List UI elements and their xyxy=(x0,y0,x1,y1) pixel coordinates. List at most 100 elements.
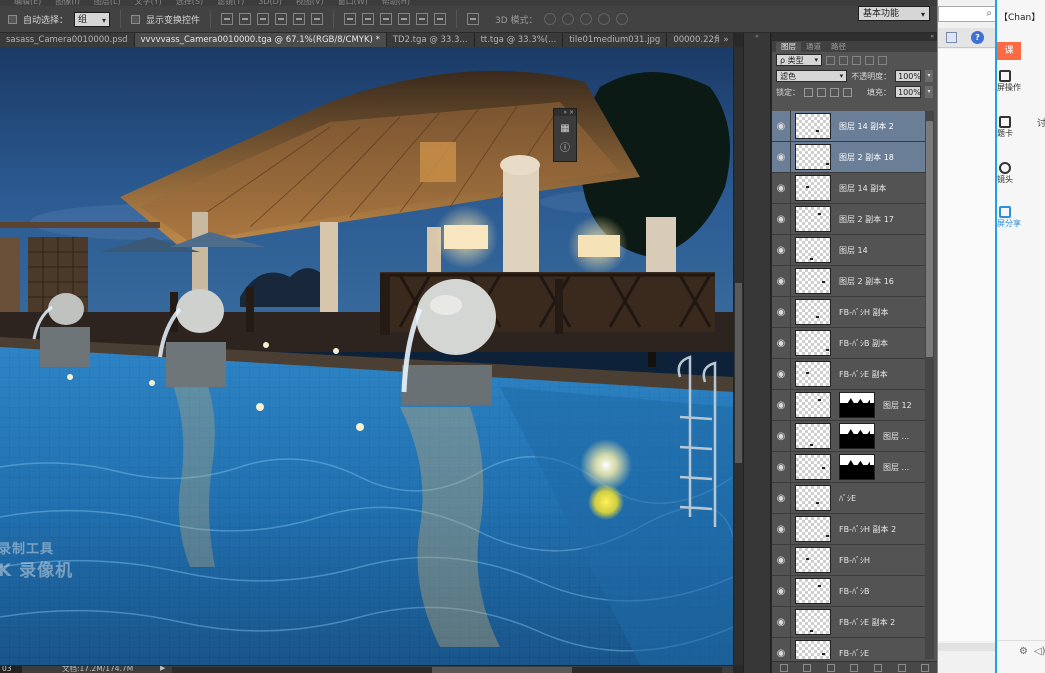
lock-position-icon[interactable] xyxy=(830,87,839,97)
layer-row[interactable]: ◉ 图层 ... xyxy=(772,451,925,483)
distribute-right-icon[interactable] xyxy=(434,13,447,25)
canvas-horizontal-scrollbar[interactable] xyxy=(172,667,722,673)
layer-style-icon[interactable] xyxy=(803,663,812,672)
filter-shape-icon[interactable] xyxy=(865,55,874,65)
layer-mask-thumbnail[interactable] xyxy=(839,392,875,418)
layer-row[interactable]: ◉ 图层 2 副本 18 xyxy=(772,141,925,173)
screen-share-item[interactable]: 屏分享 xyxy=(997,206,1031,229)
layer-row[interactable]: ◉ FB-ﾊﾞｼE 副本 2 xyxy=(772,606,925,638)
help-icon[interactable]: ? xyxy=(971,31,984,44)
eye-icon[interactable]: ◉ xyxy=(772,358,791,390)
eye-icon[interactable]: ◉ xyxy=(772,544,791,576)
show-transform-checkbox[interactable] xyxy=(131,14,141,24)
adjustment-layer-icon[interactable] xyxy=(850,663,859,672)
filter-adjustment-icon[interactable] xyxy=(839,55,848,65)
slide-3d-icon[interactable] xyxy=(597,13,610,25)
layer-row[interactable]: ◉ 图层 14 xyxy=(772,234,925,266)
align-vcenter-icon[interactable] xyxy=(239,13,252,25)
eye-icon[interactable]: ◉ xyxy=(772,637,791,659)
gear-icon[interactable]: ⚙ xyxy=(1019,646,1028,657)
eye-icon[interactable]: ◉ xyxy=(772,451,791,483)
eye-icon[interactable]: ◉ xyxy=(772,296,791,328)
layer-row[interactable]: ◉ FB-ﾊﾞｼE xyxy=(772,637,925,659)
align-left-icon[interactable] xyxy=(275,13,288,25)
new-group-icon[interactable] xyxy=(874,663,883,672)
search-icon[interactable]: ⌕ xyxy=(986,8,992,19)
lock-image-icon[interactable] xyxy=(817,87,826,97)
document-tab[interactable]: sasass_Camera0010000.psd xyxy=(0,33,135,47)
distribute-left-icon[interactable] xyxy=(398,13,411,25)
page-icon[interactable] xyxy=(946,32,957,43)
histogram-icon[interactable]: ▦ xyxy=(558,122,572,136)
add-mask-icon[interactable] xyxy=(826,663,835,672)
collapse-icon[interactable]: « xyxy=(744,33,770,41)
info-icon[interactable]: ⓘ xyxy=(558,142,572,156)
layer-row[interactable]: ◉ FB-ﾊﾞｼB 副本 xyxy=(772,327,925,359)
document-tab[interactable]: TD2.tga @ 33.3... xyxy=(386,33,475,47)
align-hcenter-icon[interactable] xyxy=(293,13,306,25)
eye-icon[interactable]: ◉ xyxy=(772,234,791,266)
opacity-slider-arrow-icon[interactable]: ▾ xyxy=(925,70,933,82)
layer-list-scrollbar[interactable] xyxy=(925,111,934,659)
panel-collapse-icon[interactable]: « xyxy=(772,33,937,41)
collapse-icon[interactable]: » × xyxy=(554,109,576,116)
distribute-vcenter-icon[interactable] xyxy=(362,13,375,25)
layer-mask-thumbnail[interactable] xyxy=(839,454,875,480)
menu-item[interactable]: 窗口(W) xyxy=(338,0,368,6)
layer-row[interactable]: ◉ FB-ﾊﾞｼH 副本 xyxy=(772,296,925,328)
distribute-bottom-icon[interactable] xyxy=(380,13,393,25)
distribute-top-icon[interactable] xyxy=(344,13,357,25)
eye-icon[interactable]: ◉ xyxy=(772,420,791,452)
volume-icon[interactable]: ◁) xyxy=(1034,646,1045,657)
address-bar[interactable]: ⌕ xyxy=(938,6,996,22)
drag-3d-icon[interactable] xyxy=(579,13,592,25)
fill-slider-arrow-icon[interactable]: ▾ xyxy=(925,86,933,98)
eye-icon[interactable]: ◉ xyxy=(772,606,791,638)
delete-layer-icon[interactable] xyxy=(921,663,930,672)
layer-mask-thumbnail[interactable] xyxy=(839,423,875,449)
layer-row[interactable]: ◉ 图层 2 副本 17 xyxy=(772,203,925,235)
fill-field[interactable]: 100% xyxy=(895,86,921,98)
opacity-field[interactable]: 100% xyxy=(895,70,922,82)
panel-tab[interactable]: 路径 xyxy=(826,42,851,52)
filter-text-icon[interactable] xyxy=(852,55,861,65)
zoom-field[interactable]: 03 xyxy=(0,666,22,673)
answer-card-item[interactable]: 题卡 xyxy=(997,116,1031,139)
menu-item[interactable]: 图层(L) xyxy=(94,0,121,6)
align-right-icon[interactable] xyxy=(311,13,324,25)
distribute-hcenter-icon[interactable] xyxy=(416,13,429,25)
align-bottom-icon[interactable] xyxy=(257,13,270,25)
blend-mode-dropdown[interactable]: 滤色 xyxy=(776,70,848,82)
document-tab[interactable]: vvvvvass_Camera0010000.tga @ 67.1%(RGB/8… xyxy=(134,33,387,47)
layer-row[interactable]: ◉ ﾊﾞｼE xyxy=(772,482,925,514)
link-layers-icon[interactable] xyxy=(779,663,788,672)
rotate-3d-icon[interactable] xyxy=(543,13,556,25)
panel-tab[interactable]: 图层 xyxy=(776,42,801,52)
layer-row[interactable]: ◉ 图层 12 xyxy=(772,389,925,421)
layer-row[interactable]: ◉ FB-ﾊﾞｼH 副本 2 xyxy=(772,513,925,545)
eye-icon[interactable]: ◉ xyxy=(772,513,791,545)
menu-item[interactable]: 编辑(E) xyxy=(14,0,41,6)
auto-select-dropdown[interactable]: 组 xyxy=(74,11,111,28)
eye-icon[interactable]: ◉ xyxy=(772,575,791,607)
browser-horizontal-scrollbar[interactable] xyxy=(938,643,996,651)
align-top-icon[interactable] xyxy=(221,13,234,25)
workspace-dropdown[interactable]: 基本功能 xyxy=(858,6,930,22)
eye-icon[interactable]: ◉ xyxy=(772,327,791,359)
class-button[interactable]: 课 xyxy=(997,42,1021,60)
scroll-thumb[interactable] xyxy=(735,283,742,463)
scroll-thumb[interactable] xyxy=(432,667,572,673)
eye-icon[interactable]: ◉ xyxy=(772,265,791,297)
lock-transparent-icon[interactable] xyxy=(804,87,813,97)
document-tab[interactable]: tt.tga @ 33.3%(... xyxy=(474,33,564,47)
menu-item[interactable]: 图像(I) xyxy=(55,0,80,6)
canvas-vertical-scrollbar[interactable] xyxy=(733,47,743,665)
eye-icon[interactable]: ◉ xyxy=(772,141,791,173)
layer-row[interactable]: ◉ 图层 14 副本 2 xyxy=(772,111,925,142)
lock-all-icon[interactable] xyxy=(843,87,852,97)
filter-type-dropdown[interactable]: ρ 类型 xyxy=(776,54,822,66)
scroll-thumb[interactable] xyxy=(926,121,933,357)
layer-row[interactable]: ◉ 图层 14 副本 xyxy=(772,172,925,204)
eye-icon[interactable]: ◉ xyxy=(772,389,791,421)
eye-icon[interactable]: ◉ xyxy=(772,111,791,142)
